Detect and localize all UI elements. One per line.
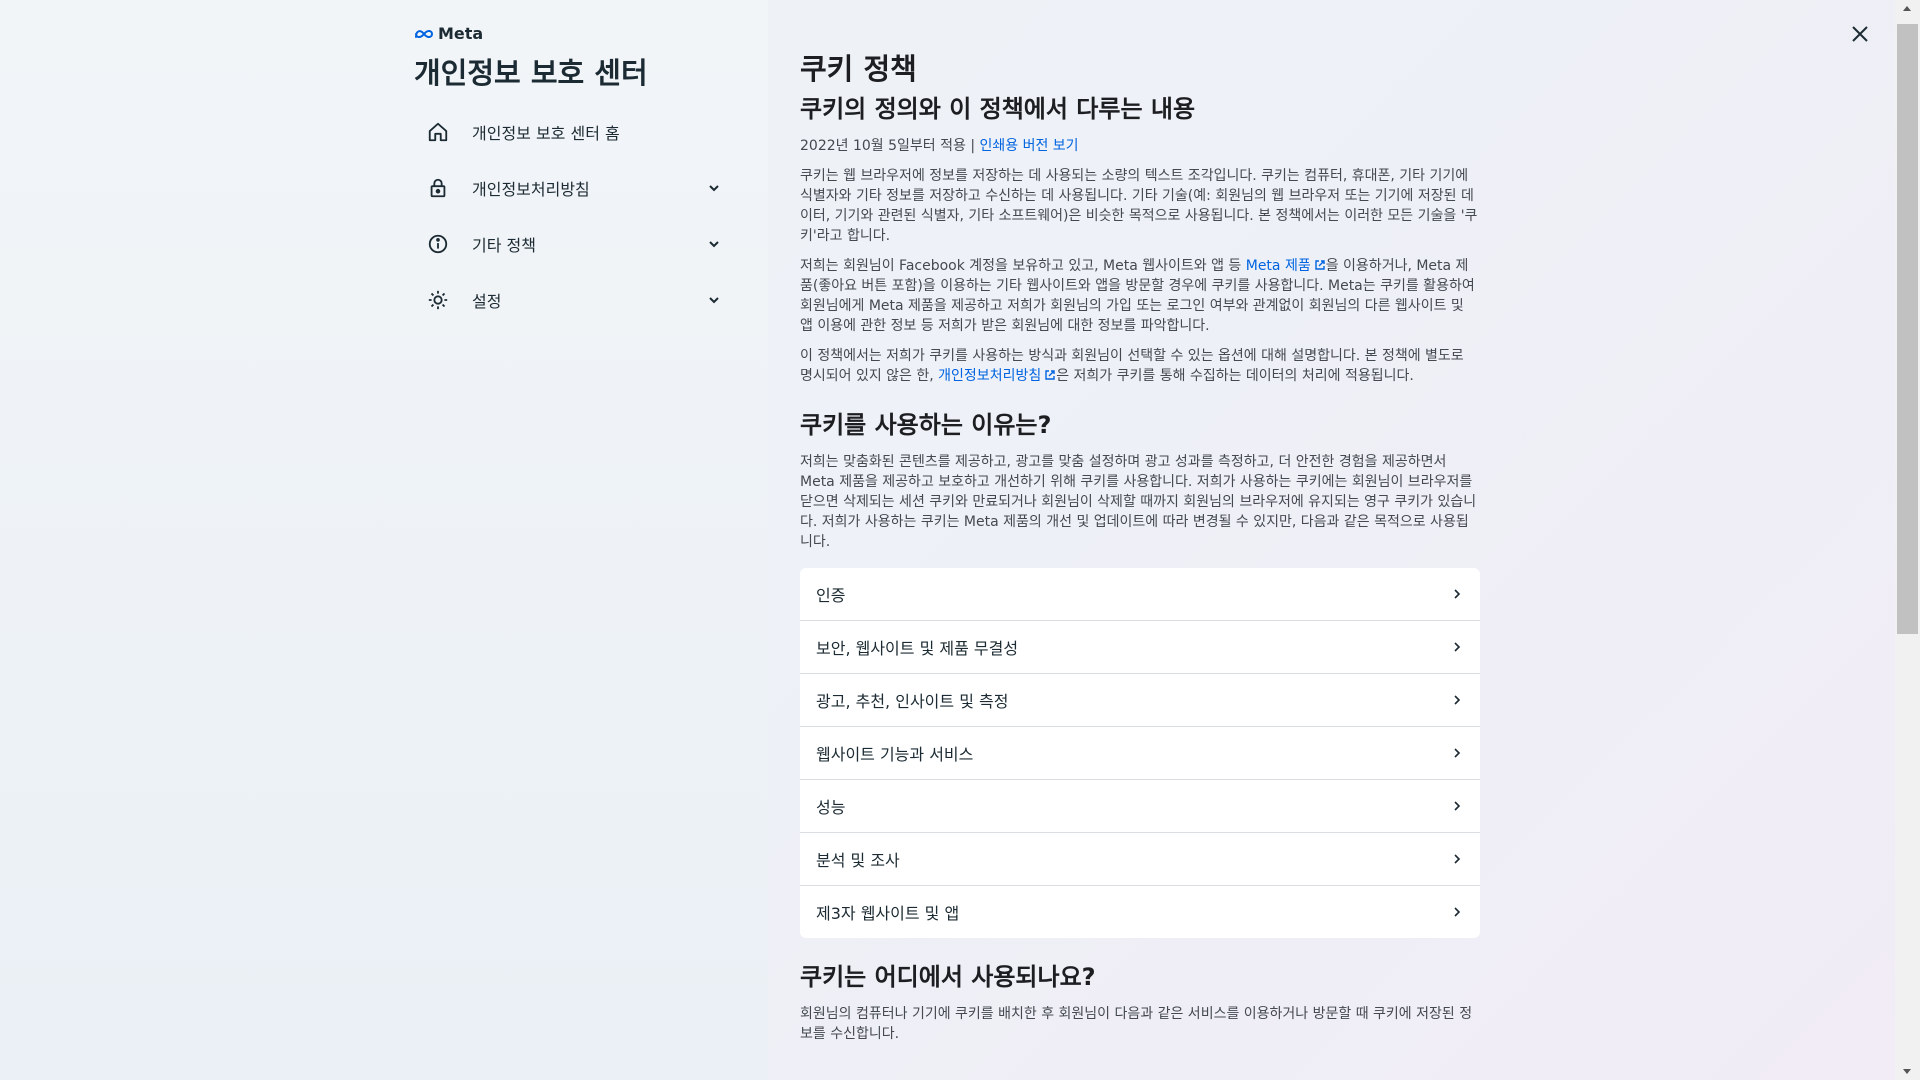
info-icon [414, 233, 462, 255]
chevron-down-icon[interactable] [702, 293, 726, 307]
home-icon [414, 121, 462, 143]
external-link-icon [1315, 260, 1325, 270]
chevron-right-icon [1454, 907, 1461, 917]
accordion-label: 제3자 웹사이트 및 앱 [816, 904, 960, 923]
sidebar-item-label: 설정 [472, 292, 502, 311]
meta-brand[interactable]: Meta [414, 24, 483, 43]
accordion-item-third-party[interactable]: 제3자 웹사이트 및 앱 [800, 886, 1480, 938]
page-subtitle: 쿠키의 정의와 이 정책에서 다루는 내용 [800, 95, 1196, 123]
sidebar-item-label: 개인정보 보호 센터 홈 [472, 124, 620, 143]
accordion-item-site-features[interactable]: 웹사이트 기능과 서비스 [800, 727, 1480, 780]
accordion-item-ads[interactable]: 광고, 추천, 인사이트 및 측정 [800, 674, 1480, 727]
section-heading-where-cookies: 쿠키는 어디에서 사용되나요? [800, 963, 1096, 991]
accordion-label: 웹사이트 기능과 서비스 [816, 745, 974, 764]
accordion-label: 성능 [816, 798, 846, 817]
chevron-down-icon[interactable] [702, 181, 726, 195]
meta-logo-icon [415, 29, 434, 38]
policy-scope-paragraph: 이 정책에서는 저희가 쿠키를 사용하는 방식과 회원님이 선택할 수 있는 옵… [800, 346, 1480, 386]
sidebar: Meta 개인정보 보호 센터 개인정보 보호 센터 홈 개인정보처리방침 기타… [0, 0, 768, 1080]
chevron-right-icon [1454, 695, 1461, 705]
intro-paragraph: 쿠키는 웹 브라우저에 정보를 저장하는 데 사용되는 소량의 텍스트 조각입니… [800, 168, 1478, 244]
section-heading-why-cookies: 쿠키를 사용하는 이유는? [800, 411, 1052, 439]
link-text: Meta 제품 [1245, 258, 1311, 274]
main-content: 쿠키 정책 쿠키의 정의와 이 정책에서 다루는 내용 2022년 10월 5일… [800, 48, 1480, 1044]
link-text: 개인정보처리방침 [938, 368, 1042, 384]
why-cookies-paragraph: 저희는 맞춤화된 콘텐츠를 제공하고, 광고를 맞춤 설정하며 광고 성과를 측… [800, 454, 1477, 550]
accordion-item-analytics[interactable]: 분석 및 조사 [800, 833, 1480, 886]
scrollbar-thumb[interactable] [1897, 24, 1918, 634]
privacy-center-title: 개인정보 보호 센터 [414, 56, 648, 90]
scroll-down-arrow-icon[interactable] [1903, 1069, 1911, 1074]
print-version-link[interactable]: 인쇄용 버전 보기 [980, 138, 1079, 154]
effective-date-line: 2022년 10월 5일부터 적용 | 인쇄용 버전 보기 [800, 136, 1480, 156]
sidebar-item-label: 기타 정책 [472, 236, 536, 255]
accordion-item-performance[interactable]: 성능 [800, 780, 1480, 833]
chevron-right-icon [1454, 854, 1461, 864]
sidebar-item-privacy-policy[interactable]: 개인정보처리방침 [414, 160, 726, 216]
sidebar-item-label: 개인정보처리방침 [472, 180, 590, 199]
accordion-item-authentication[interactable]: 인증 [800, 568, 1480, 621]
chevron-down-icon[interactable] [702, 237, 726, 251]
accordion-label: 분석 및 조사 [816, 851, 900, 870]
paragraph-text: 저희는 회원님이 Facebook 계정을 보유하고 있고, Meta 웹사이트… [800, 258, 1246, 274]
close-icon [1852, 26, 1868, 42]
chevron-right-icon [1454, 589, 1461, 599]
chevron-right-icon [1454, 748, 1461, 758]
effective-date: 2022년 10월 5일부터 적용 [800, 138, 966, 154]
accordion-label: 보안, 웹사이트 및 제품 무결성 [816, 639, 1019, 658]
usage-paragraph: 저희는 회원님이 Facebook 계정을 보유하고 있고, Meta 웹사이트… [800, 256, 1480, 336]
sidebar-nav: 개인정보 보호 센터 홈 개인정보처리방침 기타 정책 설정 [414, 104, 726, 328]
accordion-label: 인증 [816, 586, 846, 605]
page-title: 쿠키 정책 [800, 52, 917, 86]
accordion-item-security[interactable]: 보안, 웹사이트 및 제품 무결성 [800, 621, 1480, 674]
chevron-right-icon [1454, 642, 1461, 652]
sidebar-item-home[interactable]: 개인정보 보호 센터 홈 [414, 104, 726, 160]
vertical-scrollbar[interactable] [1895, 0, 1920, 1080]
sidebar-item-settings[interactable]: 설정 [414, 272, 726, 328]
cookie-purpose-accordion: 인증 보안, 웹사이트 및 제품 무결성 광고, 추천, 인사이트 및 측정 웹… [800, 568, 1480, 938]
privacy-policy-link[interactable]: 개인정보처리방침 [938, 368, 1056, 384]
paragraph-text: 은 저희가 쿠키를 통해 수집하는 데이터의 처리에 적용됩니다. [1056, 368, 1414, 384]
gear-icon [414, 289, 462, 311]
external-link-icon [1045, 370, 1055, 380]
meta-products-link[interactable]: Meta 제품 [1246, 258, 1326, 274]
scroll-up-arrow-icon[interactable] [1903, 6, 1911, 11]
lock-icon [414, 177, 462, 199]
brand-name: Meta [438, 24, 484, 43]
close-button[interactable] [1848, 22, 1872, 46]
where-cookies-paragraph: 회원님의 컴퓨터나 기기에 쿠키를 배치한 후 회원님이 다음과 같은 서비스를… [800, 1006, 1473, 1042]
accordion-label: 광고, 추천, 인사이트 및 측정 [816, 692, 1009, 711]
separator: | [970, 138, 976, 154]
sidebar-item-other-policies[interactable]: 기타 정책 [414, 216, 726, 272]
chevron-right-icon [1454, 801, 1461, 811]
